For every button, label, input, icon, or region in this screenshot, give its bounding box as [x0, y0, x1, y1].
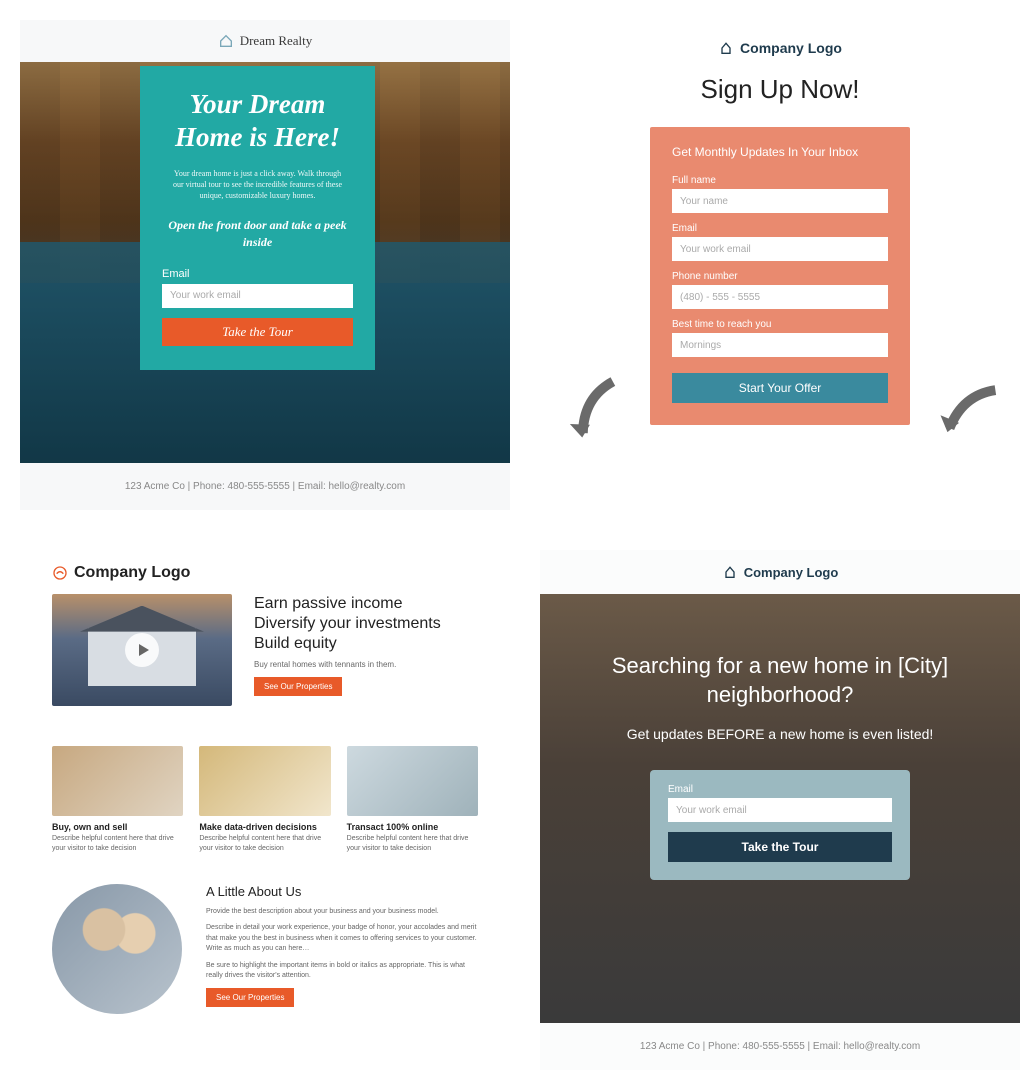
- fullname-input[interactable]: [672, 189, 888, 213]
- feature-body: Describe helpful content here that drive…: [199, 834, 330, 854]
- phone-label: Phone number: [672, 271, 888, 282]
- see-properties-button[interactable]: See Our Properties: [206, 988, 294, 1007]
- hero-image: Your Dream Home is Here! Your dream home…: [20, 62, 510, 463]
- email-input[interactable]: [672, 237, 888, 261]
- email-input[interactable]: [668, 798, 892, 822]
- house-icon: [722, 564, 738, 580]
- brand-header: Company Logo: [540, 550, 1020, 594]
- brand-name: Company Logo: [740, 40, 842, 56]
- email-capture-card: Email Take the Tour: [650, 770, 910, 880]
- arrow-right-icon: [926, 365, 1009, 456]
- take-tour-button[interactable]: Take the Tour: [162, 318, 353, 346]
- brand-name: Company Logo: [74, 564, 190, 582]
- about-p3: Be sure to highlight the important items…: [206, 961, 478, 982]
- feature-body: Describe helpful content here that drive…: [52, 834, 183, 854]
- feature-image: [199, 746, 330, 816]
- form-title: Get Monthly Updates In Your Inbox: [672, 145, 888, 159]
- signup-form: Get Monthly Updates In Your Inbox Full n…: [650, 127, 910, 425]
- email-label: Email: [672, 223, 888, 234]
- features-row: Buy, own and sell Describe helpful conte…: [52, 746, 478, 854]
- feature-title: Transact 100% online: [347, 822, 478, 832]
- page-heading: Sign Up Now!: [701, 74, 860, 105]
- about-p2: Describe in detail your work experience,…: [206, 923, 478, 955]
- email-label: Email: [668, 784, 892, 795]
- brand-header: Company Logo: [718, 40, 842, 56]
- template-city-search: Company Logo Searching for a new home in…: [540, 550, 1020, 1070]
- play-icon: [125, 633, 159, 667]
- hero-title: Searching for a new home in [City] neigh…: [580, 652, 980, 709]
- about-photo: [52, 884, 182, 1014]
- hero-sub: Get updates BEFORE a new home is even li…: [627, 725, 934, 744]
- hero-description: Your dream home is just a click away. Wa…: [162, 168, 353, 202]
- see-properties-button[interactable]: See Our Properties: [254, 677, 342, 696]
- feature-card: Make data-driven decisions Describe help…: [199, 746, 330, 854]
- feature-body: Describe helpful content here that drive…: [347, 834, 478, 854]
- hero-subhead: Open the front door and take a peek insi…: [162, 217, 353, 249]
- brand-header: Dream Realty: [20, 20, 510, 62]
- arrow-left-icon: [552, 365, 635, 456]
- feature-card: Buy, own and sell Describe helpful conte…: [52, 746, 183, 854]
- template-signup-form: Company Logo Sign Up Now! Get Monthly Up…: [540, 20, 1020, 510]
- hero-sub: Buy rental homes with tennants in them.: [254, 660, 441, 669]
- brand-name: Company Logo: [744, 565, 839, 580]
- feature-image: [52, 746, 183, 816]
- hero-image: Searching for a new home in [City] neigh…: [540, 594, 1020, 1023]
- email-label: Email: [162, 268, 353, 280]
- template-investor-landing: Company Logo Earn passive income Diversi…: [20, 550, 510, 1070]
- about-p1: Provide the best description about your …: [206, 907, 478, 918]
- hero-line-1: Earn passive income: [254, 595, 403, 612]
- hero-line-3: Build equity: [254, 635, 337, 652]
- besttime-input[interactable]: [672, 333, 888, 357]
- hero-overlay-card: Your Dream Home is Here! Your dream home…: [140, 66, 375, 370]
- feature-card: Transact 100% online Describe helpful co…: [347, 746, 478, 854]
- hero-video-thumbnail[interactable]: [52, 594, 232, 706]
- hero-line-2: Diversify your investments: [254, 615, 441, 632]
- swirl-icon: [52, 565, 68, 581]
- hero-row: Earn passive income Diversify your inves…: [52, 594, 478, 706]
- template-dream-realty: Dream Realty Your Dream Home is Here! Yo…: [20, 20, 510, 510]
- about-title: A Little About Us: [206, 884, 478, 899]
- phone-input[interactable]: [672, 285, 888, 309]
- house-icon: [218, 33, 234, 49]
- take-tour-button[interactable]: Take the Tour: [668, 832, 892, 862]
- email-input[interactable]: [162, 284, 353, 308]
- about-text: A Little About Us Provide the best descr…: [206, 884, 478, 1007]
- fullname-label: Full name: [672, 175, 888, 186]
- feature-title: Buy, own and sell: [52, 822, 183, 832]
- about-section: A Little About Us Provide the best descr…: [52, 884, 478, 1014]
- footer-contact: 123 Acme Co | Phone: 480-555-5555 | Emai…: [540, 1023, 1020, 1070]
- footer-contact: 123 Acme Co | Phone: 480-555-5555 | Emai…: [20, 463, 510, 510]
- start-offer-button[interactable]: Start Your Offer: [672, 373, 888, 403]
- feature-title: Make data-driven decisions: [199, 822, 330, 832]
- besttime-label: Best time to reach you: [672, 319, 888, 330]
- feature-image: [347, 746, 478, 816]
- brand-name: Dream Realty: [240, 33, 313, 49]
- hero-title: Your Dream Home is Here!: [162, 88, 353, 154]
- brand-header: Company Logo: [52, 564, 478, 582]
- house-icon: [718, 40, 734, 56]
- hero-text: Earn passive income Diversify your inves…: [254, 594, 441, 706]
